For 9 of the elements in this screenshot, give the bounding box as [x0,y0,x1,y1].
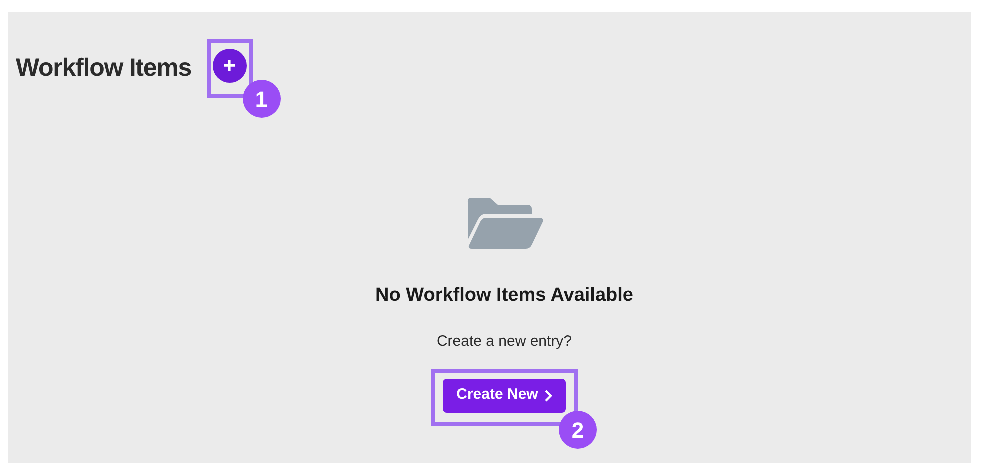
folder-icon [466,198,544,250]
empty-state-message: Create a new entry? [436,332,572,352]
chevron-right-icon [544,390,552,402]
callout-badge: 2 [559,411,597,449]
page-title: Workflow Items [16,52,192,84]
empty-state-heading: No Workflow Items Available [376,284,634,308]
callout-badge: 1 [242,80,281,118]
add-button[interactable]: + [212,48,247,82]
create-new-button[interactable]: Create New [442,378,566,412]
